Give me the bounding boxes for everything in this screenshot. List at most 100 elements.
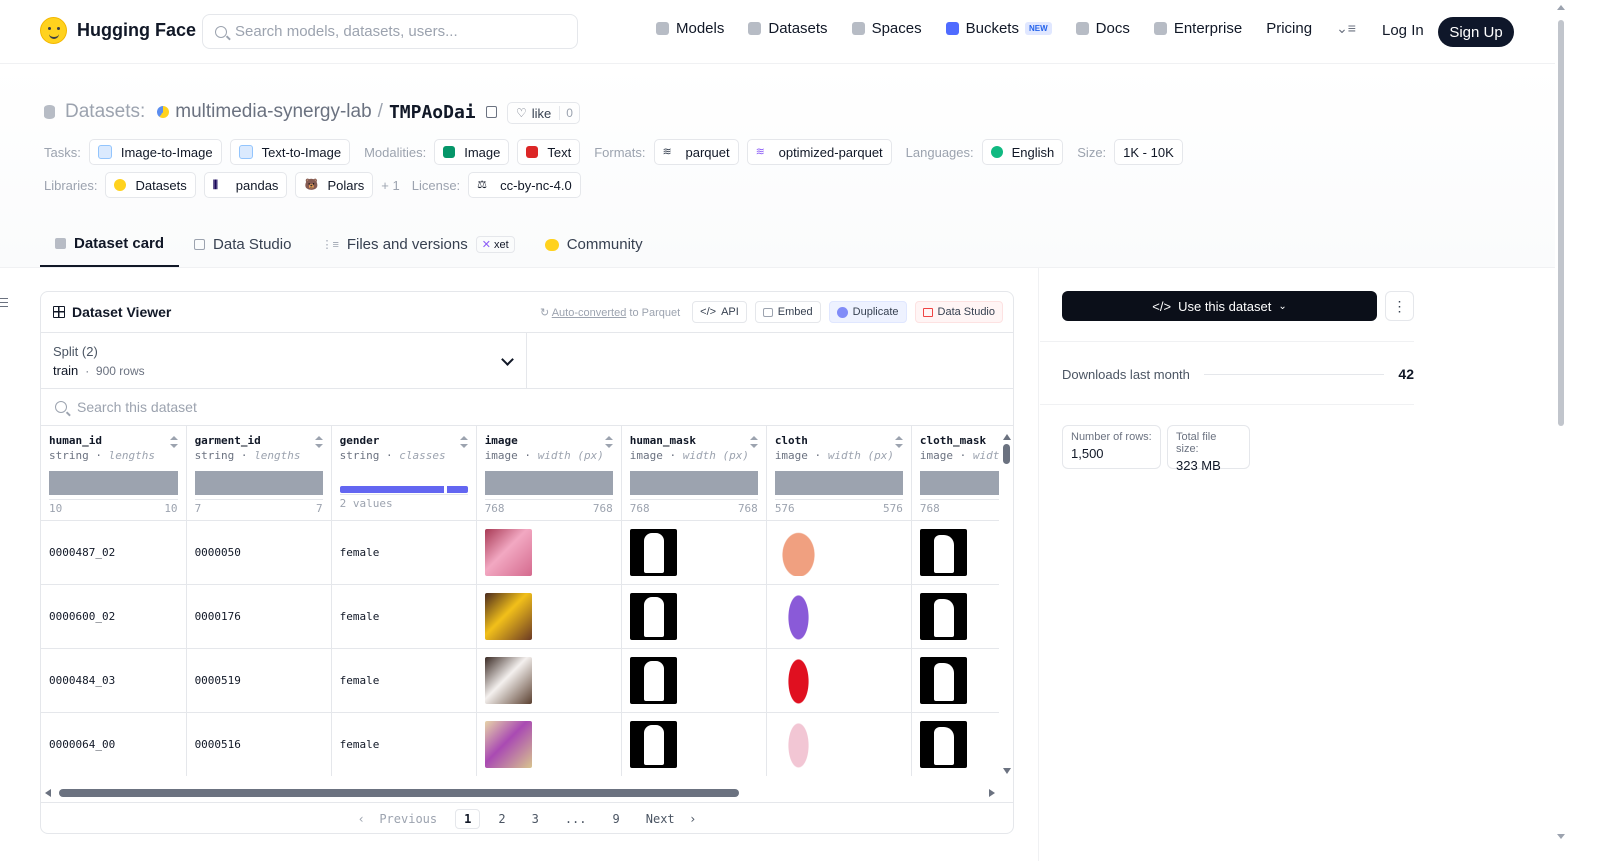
vertical-scrollbar[interactable] <box>1003 434 1011 774</box>
tab-dataset-card[interactable]: Dataset card <box>40 222 180 267</box>
tag-size[interactable]: 1K - 10K <box>1114 139 1183 165</box>
cell-gender[interactable]: female <box>331 584 477 649</box>
tag-text[interactable]: Text <box>517 139 581 165</box>
column-header[interactable]: cloth image · width (px) 576 576 <box>766 426 912 521</box>
menu-icon[interactable]: ⌄≡ <box>1336 20 1356 37</box>
tag-text-to-image[interactable]: Text-to-Image <box>229 139 351 165</box>
image-thumbnail[interactable] <box>484 720 532 768</box>
nav-link-models[interactable]: Models <box>656 20 724 37</box>
tag-license[interactable]: ⚖ cc-by-nc-4.0 <box>468 172 581 198</box>
mask-thumbnail[interactable] <box>629 720 677 768</box>
table-row[interactable]: 0000064_00 0000516 female <box>41 712 999 776</box>
scroll-down-icon[interactable] <box>1557 834 1565 839</box>
mask-thumbnail[interactable] <box>629 528 677 576</box>
class-distribution-bar[interactable] <box>339 486 468 493</box>
cell-human-id[interactable]: 0000484_03 <box>41 648 187 713</box>
nav-link-buckets[interactable]: Buckets NEW <box>945 20 1052 37</box>
cell-image[interactable] <box>476 520 622 585</box>
table-row[interactable]: 0000484_03 0000519 female <box>41 648 999 713</box>
mask-thumbnail[interactable] <box>629 656 677 704</box>
tag-image[interactable]: Image <box>434 139 510 165</box>
nav-link-spaces[interactable]: Spaces <box>851 20 922 37</box>
cell-cloth-mask[interactable] <box>911 520 999 585</box>
tag-parquet[interactable]: ≋ parquet <box>653 139 739 165</box>
cell-cloth[interactable] <box>766 648 912 713</box>
scroll-right-icon[interactable] <box>989 789 995 797</box>
column-header[interactable]: human_mask image · width (px) 768 768 <box>621 426 767 521</box>
mask-thumbnail[interactable] <box>919 528 967 576</box>
horizontal-scrollbar[interactable] <box>45 787 995 799</box>
cell-gender[interactable]: female <box>331 520 477 585</box>
next-page-button[interactable]: Next › <box>638 810 705 828</box>
sort-icon[interactable] <box>314 436 323 448</box>
scrollbar-thumb[interactable] <box>1003 444 1010 464</box>
scrollbar-thumb[interactable] <box>1558 20 1564 426</box>
more-options-icon[interactable]: ⋮ <box>1385 291 1414 321</box>
tag-datasets-library[interactable]: Datasets <box>105 172 196 198</box>
scrollbar-thumb[interactable] <box>59 789 739 797</box>
cell-human-mask[interactable] <box>621 584 767 649</box>
scroll-left-icon[interactable] <box>45 789 51 797</box>
like-button[interactable]: ♡ like 0 <box>507 102 580 124</box>
cell-cloth-mask[interactable] <box>911 712 999 776</box>
sort-icon[interactable] <box>749 436 758 448</box>
scroll-up-icon[interactable] <box>1003 434 1011 440</box>
column-header[interactable]: garment_id string · lengths 7 7 <box>186 426 332 521</box>
split-selector[interactable]: Split (2) train · 900 rows <box>41 333 527 388</box>
image-thumbnail[interactable] <box>484 528 532 576</box>
image-thumbnail[interactable] <box>484 592 532 640</box>
signup-button[interactable]: Sign Up <box>1438 17 1514 47</box>
use-this-dataset-button[interactable]: </> Use this dataset ⌄ <box>1062 291 1377 321</box>
cloth-thumbnail[interactable] <box>774 592 822 640</box>
breadcrumb-org[interactable]: multimedia-synergy-lab <box>175 101 371 123</box>
image-thumbnail[interactable] <box>484 656 532 704</box>
cell-cloth[interactable] <box>766 584 912 649</box>
embed-button[interactable]: Embed <box>754 301 821 323</box>
sort-icon[interactable] <box>604 436 613 448</box>
column-header[interactable]: cloth_maskimage · width (px) 768768 <box>911 426 999 521</box>
global-search-input[interactable]: Search models, datasets, users... <box>202 14 578 49</box>
libraries-more[interactable]: + 1 <box>381 178 399 193</box>
tab-files-and-versions[interactable]: ⋮≡ Files and versions ✕ xet <box>306 222 529 267</box>
breadcrumb-section[interactable]: Datasets: <box>65 101 145 123</box>
cell-human-mask[interactable] <box>621 648 767 713</box>
cell-gender[interactable]: female <box>331 648 477 713</box>
mask-thumbnail[interactable] <box>919 592 967 640</box>
auto-converted-link[interactable]: Auto-converted <box>552 307 627 319</box>
mask-thumbnail[interactable] <box>919 720 967 768</box>
column-header[interactable]: image image · width (px) 768 768 <box>476 426 622 521</box>
page-scrollbar[interactable] <box>1556 0 1568 861</box>
cell-human-mask[interactable] <box>621 520 767 585</box>
nav-link-datasets[interactable]: Datasets <box>748 20 828 37</box>
api-button[interactable]: </> API <box>692 301 747 323</box>
cell-cloth-mask[interactable] <box>911 584 999 649</box>
tag-image-to-image[interactable]: Image-to-Image <box>88 139 222 165</box>
nav-link-docs[interactable]: Docs <box>1075 20 1130 37</box>
page-3-button[interactable]: 3 <box>524 810 547 828</box>
table-row[interactable]: 0000487_02 0000050 female <box>41 520 999 585</box>
repo-name[interactable]: TMPAoDai <box>389 102 476 123</box>
scroll-up-icon[interactable] <box>1557 5 1565 10</box>
brand-logo[interactable]: Hugging Face <box>40 17 196 44</box>
cell-cloth-mask[interactable] <box>911 648 999 713</box>
cloth-thumbnail[interactable] <box>774 528 822 576</box>
histogram-bar[interactable] <box>49 471 178 495</box>
tag-english[interactable]: English <box>981 139 1064 165</box>
scroll-down-icon[interactable] <box>1003 768 1011 774</box>
nav-link-enterprise[interactable]: Enterprise <box>1153 20 1242 37</box>
column-header[interactable]: human_id string · lengths 10 10 <box>41 426 187 521</box>
table-row[interactable]: 0000600_02 0000176 female <box>41 584 999 649</box>
cell-cloth[interactable] <box>766 712 912 776</box>
cell-human-mask[interactable] <box>621 712 767 776</box>
histogram-bar[interactable] <box>919 471 999 495</box>
mask-thumbnail[interactable] <box>629 592 677 640</box>
page-1-button[interactable]: 1 <box>455 808 481 829</box>
toc-toggle-icon[interactable] <box>0 298 8 307</box>
cloth-thumbnail[interactable] <box>774 656 822 704</box>
dataset-search-input[interactable]: Search this dataset <box>41 389 1013 426</box>
cell-human-id[interactable]: 0000487_02 <box>41 520 187 585</box>
page-9-button[interactable]: 9 <box>605 810 628 828</box>
histogram-bar[interactable] <box>484 471 613 495</box>
tag-optimized-parquet[interactable]: ≋ optimized-parquet <box>746 139 892 165</box>
cell-human-id[interactable]: 0000064_00 <box>41 712 187 776</box>
